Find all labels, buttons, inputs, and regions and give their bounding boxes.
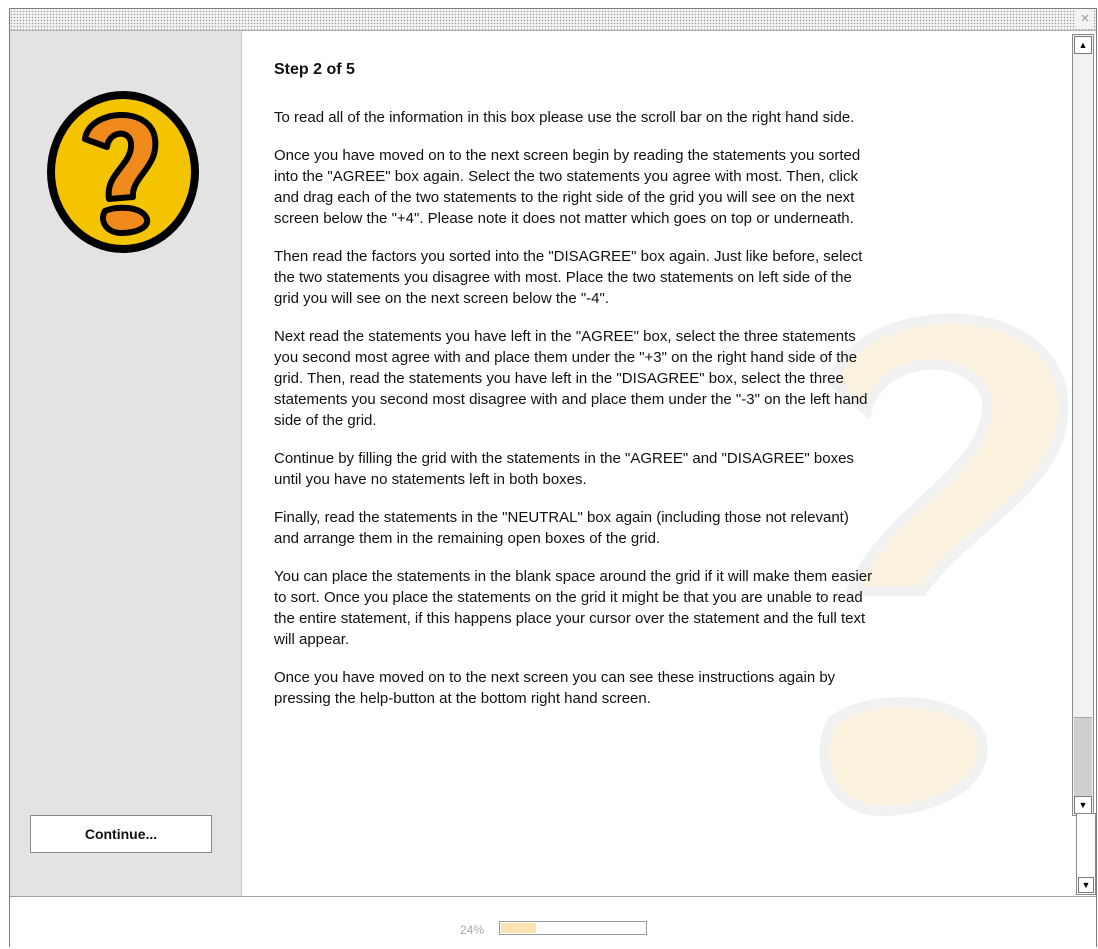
scroll-up-button[interactable]: ▲ <box>1074 36 1092 54</box>
question-mark-icon <box>47 91 199 253</box>
footer: 24% <box>10 896 1096 949</box>
sidebar: Continue... <box>10 31 242 896</box>
instruction-paragraph: Then read the factors you sorted into th… <box>274 248 863 307</box>
outer-scroll-down-button[interactable]: ▼ <box>1078 877 1094 893</box>
step-title: Step 2 of 5 <box>274 61 355 78</box>
continue-button[interactable]: Continue... <box>30 815 212 853</box>
instruction-paragraph: Once you have moved on to the next scree… <box>274 147 861 227</box>
vertical-scrollbar[interactable]: ▲ ▼ <box>1072 34 1094 816</box>
instruction-paragraph: Finally, read the statements in the "NEU… <box>274 509 849 547</box>
title-bar[interactable]: × <box>10 9 1096 31</box>
close-icon[interactable]: × <box>1076 9 1094 29</box>
instruction-paragraph: Next read the statements you have left i… <box>274 328 868 429</box>
instruction-paragraph: Once you have moved on to the next scree… <box>274 669 836 707</box>
instruction-content: Step 2 of 5 To read all of the informati… <box>242 31 1075 896</box>
instruction-text: Step 2 of 5 To read all of the informati… <box>274 61 874 726</box>
instruction-paragraph: You can place the statements in the blan… <box>274 568 873 648</box>
progress-bar <box>499 921 647 935</box>
progress-fill <box>501 923 537 933</box>
instruction-paragraph: Continue by filling the grid with the st… <box>274 450 854 488</box>
outer-scrollbar[interactable]: ▼ <box>1076 813 1096 895</box>
scroll-thumb[interactable] <box>1074 717 1092 796</box>
instruction-paragraph: To read all of the information in this b… <box>274 109 855 126</box>
progress-label: 24% <box>460 923 485 937</box>
scroll-down-button[interactable]: ▼ <box>1074 796 1092 814</box>
instruction-window: × Continue... Step 2 of 5 To read all of… <box>9 8 1097 949</box>
